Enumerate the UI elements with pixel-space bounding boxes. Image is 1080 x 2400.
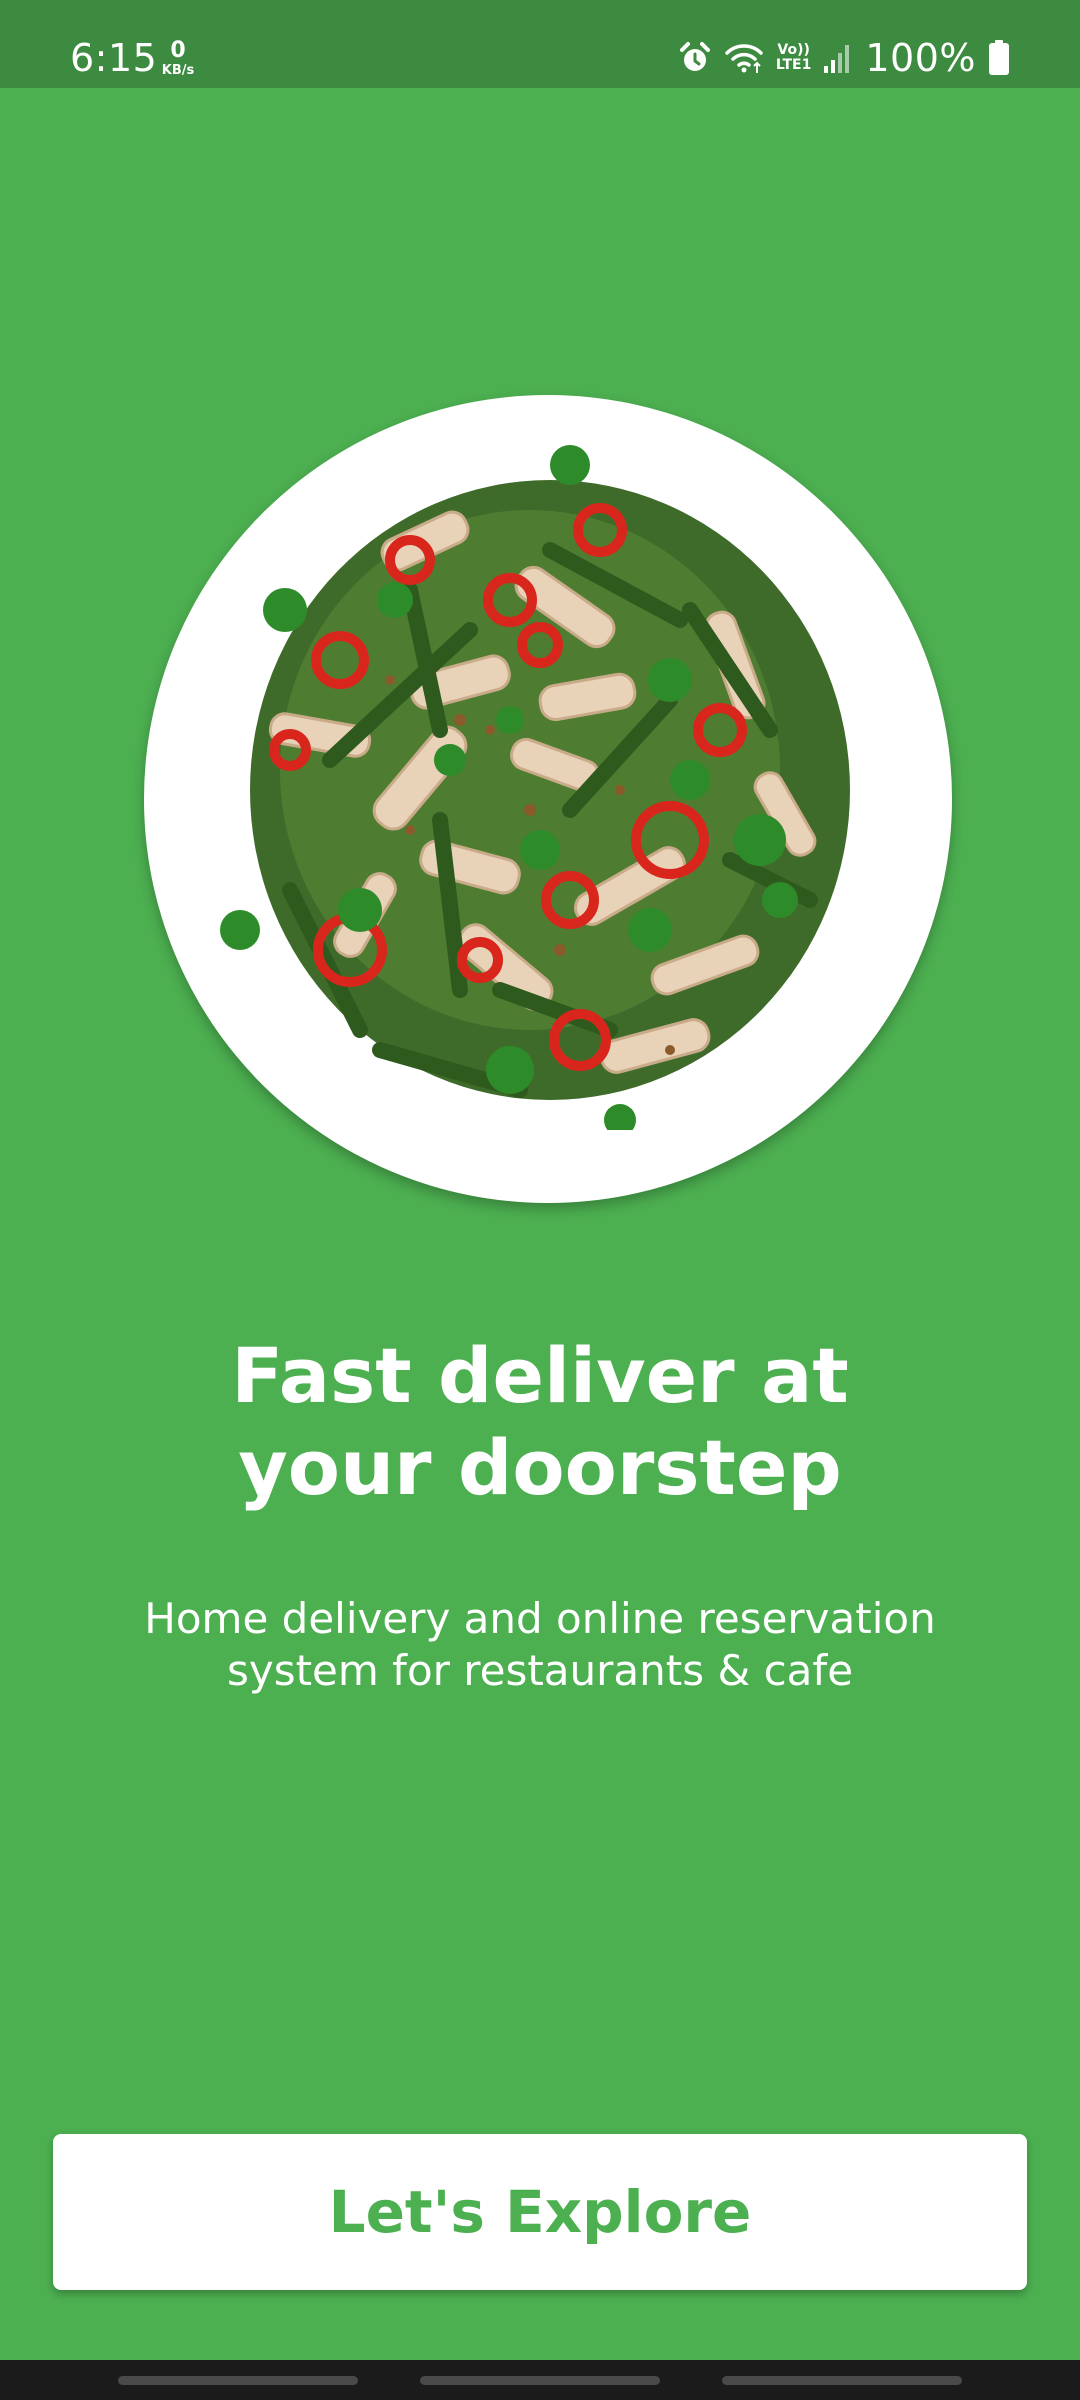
alarm-icon bbox=[678, 41, 712, 75]
network-speed-unit: KB/s bbox=[161, 63, 195, 78]
lte-indicator: Vo)) LTE1 bbox=[776, 43, 811, 73]
onboarding-subtitle: Home delivery and online reservation sys… bbox=[100, 1593, 980, 1697]
subtitle-line-2: system for restaurants & cafe bbox=[226, 1646, 854, 1695]
battery-percent: 100% bbox=[865, 36, 976, 80]
lets-explore-button[interactable]: Let's Explore bbox=[53, 2134, 1027, 2290]
status-time: 6:15 bbox=[70, 36, 158, 80]
nav-back-button[interactable] bbox=[722, 2376, 962, 2385]
signal-icon bbox=[823, 42, 853, 74]
network-speed-value: 0 bbox=[170, 38, 186, 63]
subtitle-line-1: Home delivery and online reservation bbox=[144, 1594, 936, 1643]
status-icons: Vo)) LTE1 100% bbox=[678, 32, 1010, 84]
network-speed: 0 KB/s bbox=[158, 38, 198, 78]
title-line-2: your doorstep bbox=[238, 1423, 842, 1512]
nav-recents-button[interactable] bbox=[118, 2376, 358, 2385]
navigation-bar bbox=[0, 2360, 1080, 2400]
lte-label: LTE1 bbox=[775, 57, 812, 73]
wifi-icon bbox=[724, 41, 764, 75]
onboarding-title: Fast deliver at your doorstep bbox=[0, 1330, 1080, 1514]
battery-icon bbox=[988, 40, 1010, 76]
volte-label: Vo)) bbox=[777, 42, 810, 58]
title-line-1: Fast deliver at bbox=[231, 1331, 849, 1420]
nav-home-button[interactable] bbox=[420, 2376, 660, 2385]
status-bar: 6:15 0 KB/s Vo)) LTE1 100% bbox=[0, 0, 1080, 88]
salad-image bbox=[220, 445, 850, 1130]
